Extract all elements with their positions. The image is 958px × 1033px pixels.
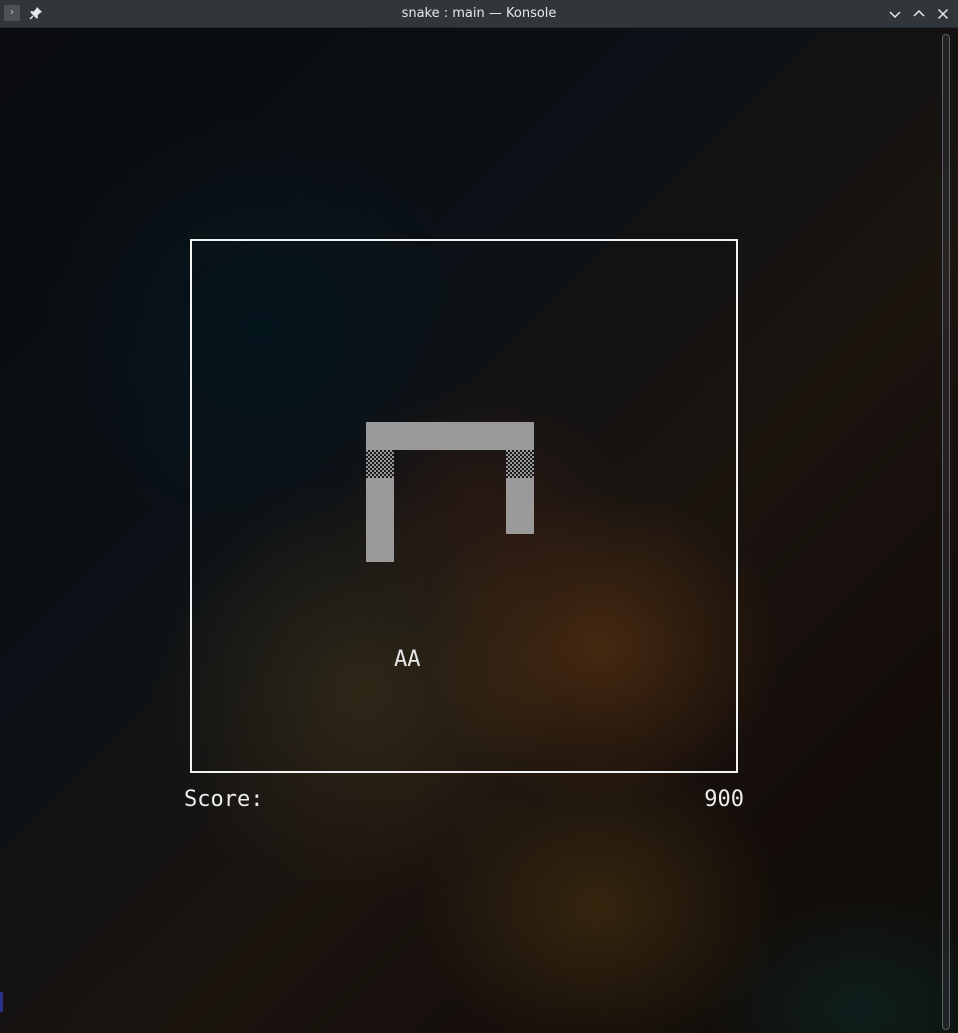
pin-icon[interactable] bbox=[28, 5, 44, 21]
konsole-window: › snake : main — Konsole AA Score: 900 bbox=[0, 0, 958, 1033]
snake-segment-right-transition bbox=[506, 450, 534, 478]
score-value: 900 bbox=[704, 787, 744, 812]
game-board bbox=[190, 239, 738, 773]
close-icon[interactable] bbox=[934, 5, 952, 23]
scrollbar[interactable] bbox=[942, 34, 950, 1030]
window-title: snake : main — Konsole bbox=[401, 6, 557, 21]
snake-segment-left bbox=[366, 478, 394, 562]
minimize-icon[interactable] bbox=[886, 5, 904, 23]
snake-segment-left-transition bbox=[366, 450, 394, 478]
food-apple: AA bbox=[394, 647, 421, 672]
title-bar[interactable]: › snake : main — Konsole bbox=[0, 0, 958, 28]
maximize-icon[interactable] bbox=[910, 5, 928, 23]
terminal-icon[interactable]: › bbox=[4, 5, 20, 21]
snake-segment-right bbox=[506, 478, 534, 534]
snake-segment-top bbox=[366, 422, 534, 450]
score-label: Score: bbox=[184, 787, 264, 812]
cursor-marker bbox=[0, 992, 3, 1012]
